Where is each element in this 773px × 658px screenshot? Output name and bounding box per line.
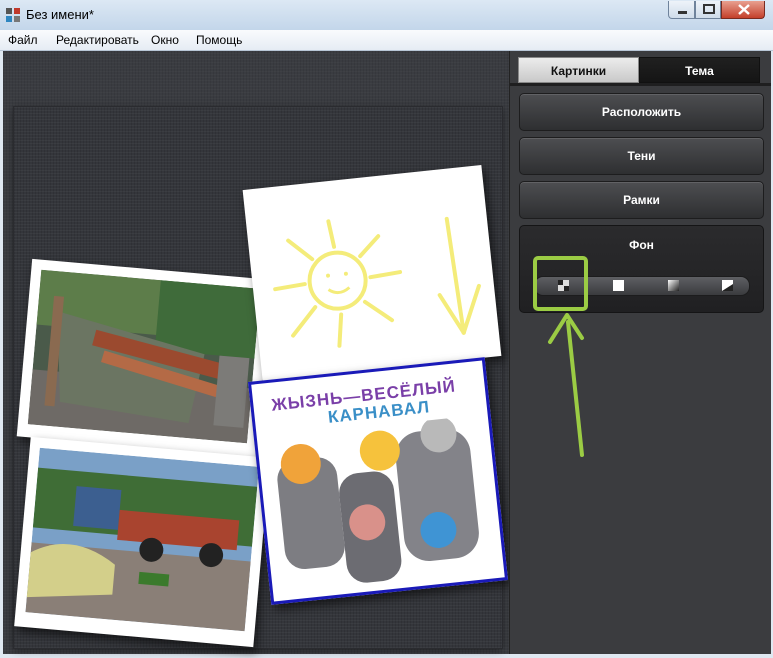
arrange-button[interactable]: Расположить — [519, 93, 764, 131]
maximize-button[interactable] — [695, 1, 721, 19]
background-title: Фон — [629, 238, 654, 252]
close-icon — [738, 4, 750, 15]
gradient-icon[interactable] — [668, 280, 679, 291]
shadows-button[interactable]: Тени — [519, 137, 764, 175]
photo-truck-car[interactable] — [14, 436, 270, 648]
photo-child-drawing[interactable] — [242, 164, 502, 382]
frames-button[interactable]: Рамки — [519, 181, 764, 219]
window-title: Без имени* — [26, 7, 94, 22]
menu-edit[interactable]: Редактировать — [56, 33, 139, 47]
tab-underline — [510, 83, 771, 86]
truck-car-image — [25, 447, 259, 632]
app-icon — [6, 8, 20, 22]
window-title-bar: Без имени* — [0, 0, 773, 31]
sun-drawing-image — [273, 216, 481, 348]
menu-file[interactable]: Файл — [8, 33, 38, 47]
menu-window[interactable]: Окно — [151, 33, 179, 47]
photo-carnival-poster[interactable]: ЖЫЗНЬ—ВЕСЁЛЫЙ КАРНАВАЛ — [247, 357, 509, 605]
menu-bar: Файл Редактировать Окно Помощь — [0, 30, 773, 51]
tab-pictures[interactable]: Картинки — [518, 57, 639, 83]
truck-logs-image — [27, 269, 261, 444]
menu-help[interactable]: Помощь — [196, 33, 242, 47]
photo-truck-logs[interactable] — [16, 258, 272, 458]
carnival-figures-image — [277, 416, 479, 583]
minimize-button[interactable] — [668, 1, 695, 19]
pointer-arrow-icon — [548, 313, 584, 457]
collage-canvas[interactable]: ЖЫЗНЬ—ВЕСЁЛЫЙ КАРНАВАЛ — [14, 107, 509, 648]
close-button[interactable] — [721, 1, 765, 19]
maximize-icon — [703, 4, 715, 14]
minimize-icon — [678, 11, 687, 14]
solid-color-icon[interactable] — [613, 280, 624, 291]
workspace: ЖЫЗНЬ—ВЕСЁЛЫЙ КАРНАВАЛ — [3, 51, 509, 654]
tab-theme[interactable]: Тема — [639, 57, 760, 83]
image-icon[interactable] — [722, 280, 733, 291]
